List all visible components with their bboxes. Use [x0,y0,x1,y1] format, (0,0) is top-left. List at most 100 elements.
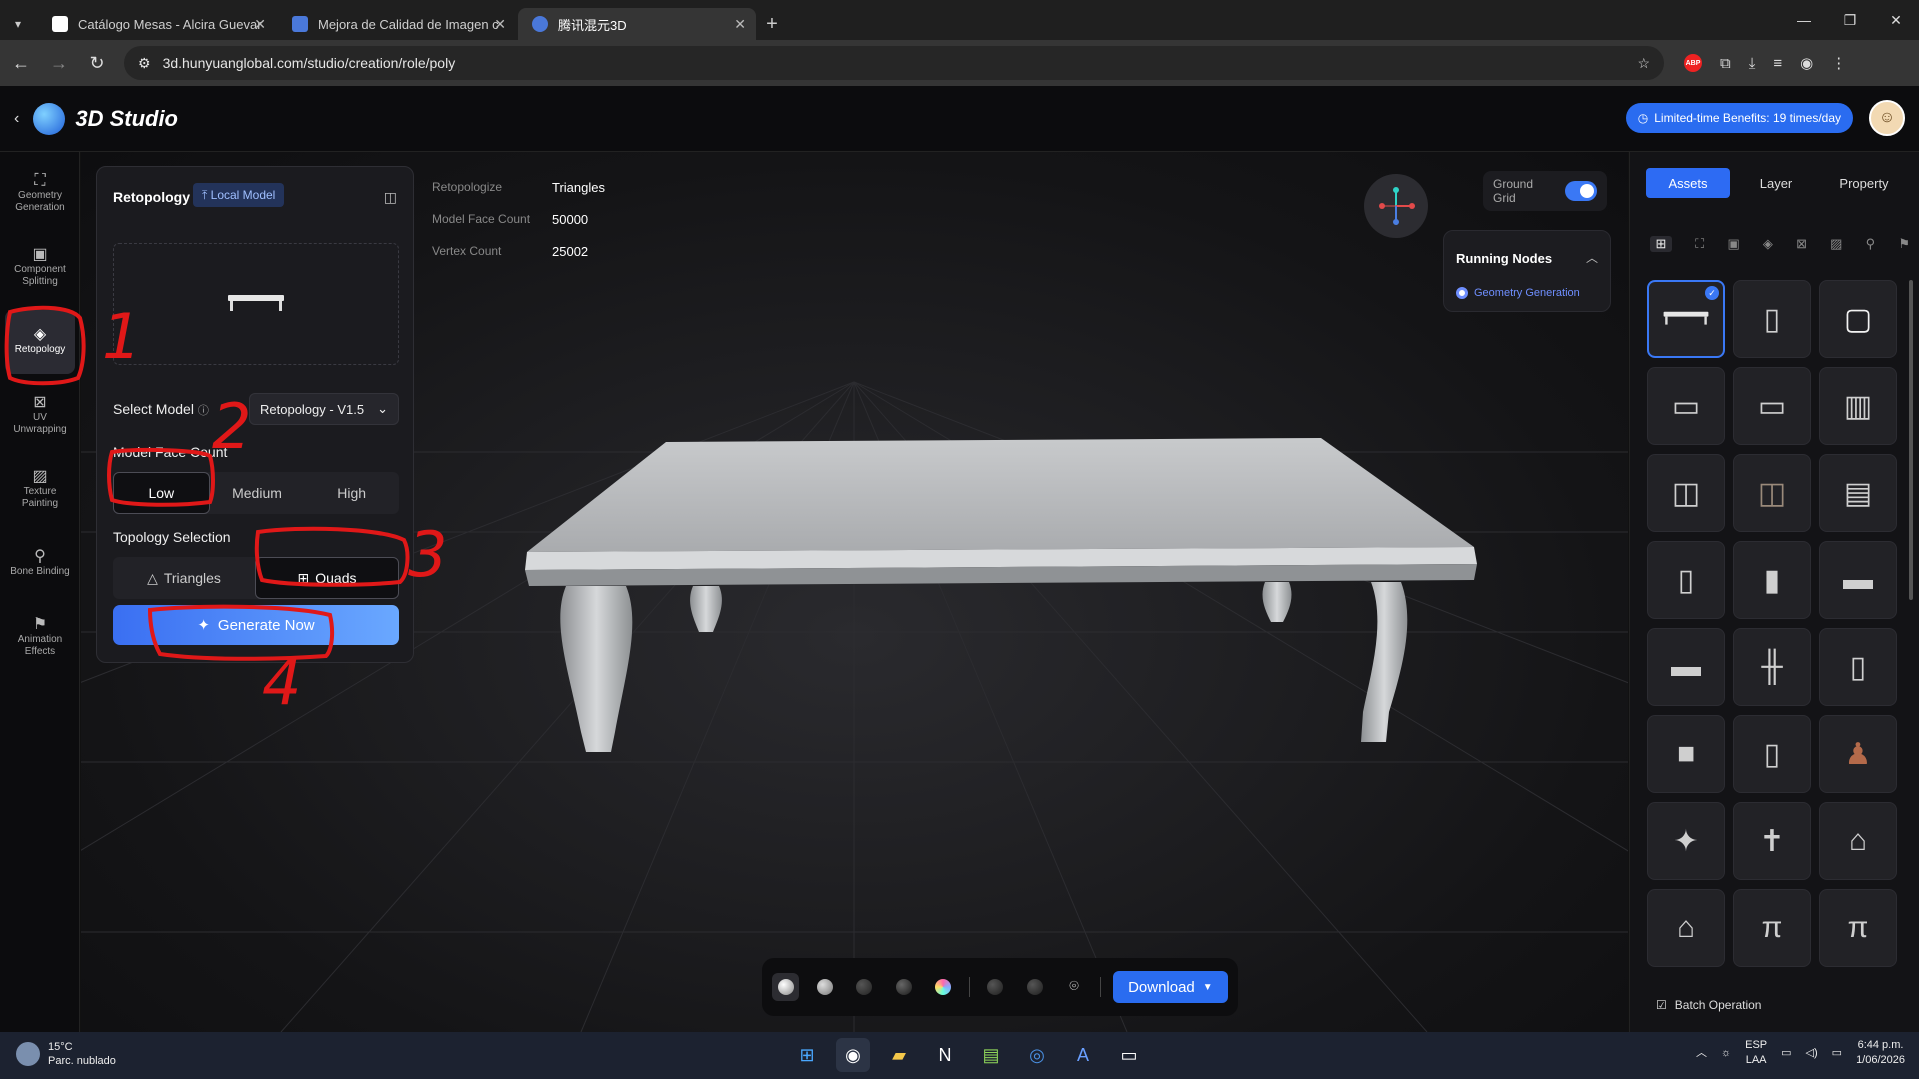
sidebar-item-retopology[interactable]: ◈ Retopology [5,310,75,374]
download-icon[interactable]: ⤓ [1749,55,1756,72]
sidebar-item-texture-painting[interactable]: ▨ Texture Painting [5,458,75,522]
back-chevron-icon[interactable]: ‹ [14,110,19,128]
close-window-icon[interactable]: ✕ [1873,0,1919,40]
close-tab-icon[interactable]: ✕ [734,16,746,33]
extensions-icon[interactable]: ⧉ [1720,55,1731,72]
lighting-b-button[interactable] [1021,973,1048,1001]
model-preview[interactable] [113,243,399,365]
tab-assets[interactable]: Assets [1646,168,1730,198]
material-white-button[interactable] [772,973,800,1001]
asset-thumbnail[interactable]: ⌂ [1647,889,1725,967]
asset-thumbnail[interactable]: ▯ [1733,280,1811,358]
asset-scrollbar[interactable] [1909,280,1913,600]
volume-icon[interactable]: ◁) [1806,1046,1818,1061]
app-a-icon[interactable]: A [1066,1038,1100,1072]
material-normal-button[interactable] [929,973,956,1001]
asset-thumbnail[interactable]: ⌂ [1819,802,1897,880]
asset-thumbnail[interactable]: ▯ [1819,628,1897,706]
asset-thumbnail[interactable]: ▮ [1733,541,1811,619]
panel-collapse-icon[interactable]: ◫ [384,189,397,206]
filter-uv-icon[interactable]: ⊠ [1796,236,1807,252]
monitor-icon[interactable]: ▭ [1781,1046,1791,1061]
chevron-up-icon[interactable]: ︿ [1586,249,1598,266]
back-icon[interactable]: ← [4,46,38,80]
close-tab-icon[interactable]: ✕ [494,16,506,33]
lighting-a-button[interactable] [982,973,1009,1001]
asset-thumbnail[interactable]: ▢ [1819,280,1897,358]
notion-icon[interactable]: N [928,1038,962,1072]
benefits-badge[interactable]: ◷ Limited-time Benefits: 19 times/day [1625,103,1853,133]
asset-thumbnail[interactable]: ◫ [1733,454,1811,532]
adblock-icon[interactable]: ABP [1684,54,1702,72]
battery-icon[interactable]: ▭ [1832,1046,1842,1061]
browser-tab[interactable]: Catálogo Mesas - Alcira Guevar ✕ [38,8,276,40]
windows-start-icon[interactable]: ⊞ [790,1038,824,1072]
material-dark-button[interactable] [851,973,878,1001]
batch-operation-toggle[interactable]: ☑ Batch Operation [1656,998,1761,1012]
reload-icon[interactable]: ↻ [80,46,114,80]
topology-quads[interactable]: ⊞ Quads [255,557,399,599]
sidebar-item-component-splitting[interactable]: ▣ Component Splitting [5,236,75,300]
clock[interactable]: 6:44 p.m. 1/06/2026 [1856,1038,1905,1068]
asset-thumbnail[interactable]: ✦ [1647,802,1725,880]
face-count-high[interactable]: High [304,472,399,514]
filter-texture-icon[interactable]: ▨ [1830,236,1842,252]
asset-thumbnail[interactable]: π [1819,889,1897,967]
face-count-medium[interactable]: Medium [210,472,305,514]
asset-thumbnail[interactable]: ╫ [1733,628,1811,706]
chrome-icon[interactable]: ◉ [836,1038,870,1072]
generate-now-button[interactable]: ✦ Generate Now [113,605,399,645]
running-node-item[interactable]: Geometry Generation [1456,287,1580,299]
tab-property[interactable]: Property [1822,168,1906,198]
asset-thumbnail[interactable]: ▭ [1733,367,1811,445]
tab-search-icon[interactable]: ▾ [0,8,36,40]
weather-widget[interactable]: 15°C Parc. nublado [16,1040,116,1068]
asset-thumbnail[interactable]: ▤ [1819,454,1897,532]
filter-split-icon[interactable]: ▣ [1727,236,1739,252]
avatar[interactable]: ☺ [1869,100,1905,136]
topology-triangles[interactable]: △ Triangles [113,557,255,599]
local-model-button[interactable]: ⤒ Local Model [193,183,285,207]
brightness-icon[interactable]: ☼ [1721,1046,1731,1061]
asset-thumbnail[interactable]: ▬ [1647,628,1725,706]
asset-thumbnail[interactable]: ▯ [1733,715,1811,793]
sidebar-item-bone-binding[interactable]: ⚲ Bone Binding [5,532,75,596]
url-field[interactable]: ⚙ 3d.hunyuanglobal.com/studio/creation/r… [124,46,1664,80]
sidebar-item-uv-unwrapping[interactable]: ⊠ UV Unwrapping [5,384,75,448]
forward-icon[interactable]: → [42,46,76,80]
filter-anim-icon[interactable]: ⚑ [1898,236,1910,252]
asset-thumbnail[interactable]: ■ [1647,715,1725,793]
asset-thumbnail[interactable]: ▬ [1819,541,1897,619]
asset-thumbnail[interactable]: ▭ [1647,367,1725,445]
sidebar-item-geometry-generation[interactable]: ⛶ Geometry Generation [5,162,75,226]
browser-tab-active[interactable]: 腾讯混元3D ✕ [518,8,756,40]
face-count-low[interactable]: Low [113,472,210,514]
asset-thumbnail[interactable]: ◫ [1647,454,1725,532]
site-info-icon[interactable]: ⚙ [138,55,151,72]
asset-thumbnail[interactable]: ✓ [1647,280,1725,358]
info-icon[interactable]: ⓘ [198,405,209,417]
chevron-up-icon[interactable]: ︿ [1696,1046,1707,1061]
material-black-button[interactable] [890,973,917,1001]
filter-bone-icon[interactable]: ⚲ [1866,236,1876,252]
filter-retopo-icon[interactable]: ◈ [1763,236,1773,252]
tab-layer[interactable]: Layer [1734,168,1818,198]
notepad-icon[interactable]: ▤ [974,1038,1008,1072]
sidebar-item-animation-effects[interactable]: ⚑ Animation Effects [5,606,75,670]
profile-icon[interactable]: ◉ [1800,54,1813,72]
asset-thumbnail[interactable]: ✝ [1733,802,1811,880]
file-explorer-icon[interactable]: ▰ [882,1038,916,1072]
filter-geometry-icon[interactable]: ⛶ [1695,236,1704,252]
asset-thumbnail[interactable]: ▥ [1819,367,1897,445]
language-indicator[interactable]: ESP LAA [1745,1038,1767,1068]
media-icon[interactable]: ≡ [1773,55,1782,72]
browser-tab[interactable]: Mejora de Calidad de Imagen c ✕ [278,8,516,40]
ground-grid-toggle[interactable] [1565,181,1597,201]
network-app-icon[interactable]: ◎ [1020,1038,1054,1072]
material-grey-button[interactable] [811,973,838,1001]
terminal-icon[interactable]: ▭ [1112,1038,1146,1072]
screenshot-button[interactable]: ⌾ [1060,973,1087,1001]
new-tab-button[interactable]: + [756,8,788,40]
asset-thumbnail[interactable]: ▯ [1647,541,1725,619]
axis-gizmo[interactable] [1364,174,1428,238]
